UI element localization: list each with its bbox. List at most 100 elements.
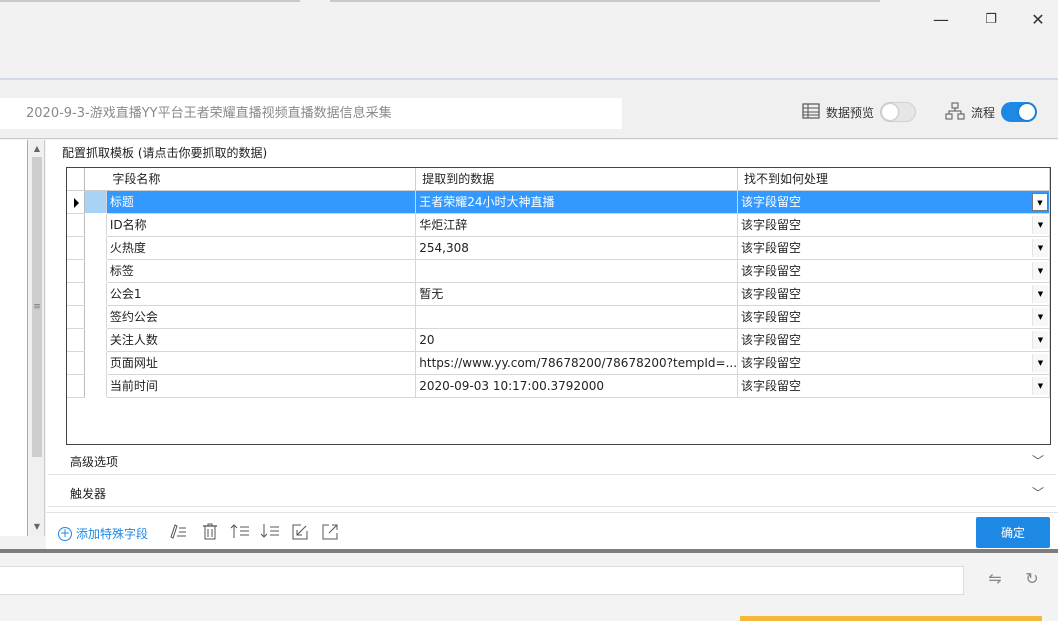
refresh-icon[interactable]: ↻ <box>1021 568 1043 590</box>
tab-strip-edge <box>330 0 880 2</box>
grip-icon: ≡ <box>33 302 41 312</box>
row-indent <box>84 190 107 214</box>
field-name-cell[interactable]: 当前时间 <box>106 374 417 398</box>
table-row[interactable]: 签约公会 该字段留空 ▼ <box>67 305 1050 329</box>
field-name-cell[interactable]: 关注人数 <box>106 328 417 352</box>
flow-control: 流程 <box>945 100 1038 124</box>
table-row[interactable]: 关注人数 20 该字段留空 ▼ <box>67 328 1050 352</box>
flow-toggle[interactable] <box>1001 102 1038 122</box>
not-found-handling-select[interactable]: 该字段留空 ▼ <box>737 305 1050 329</box>
not-found-handling-select[interactable]: 该字段留空 ▼ <box>737 328 1050 352</box>
row-indent <box>84 328 107 352</box>
row-header[interactable] <box>67 305 86 329</box>
title-bar: — ❐ ✕ <box>0 0 1058 78</box>
not-found-handling-value: 该字段留空 <box>741 241 802 255</box>
vertical-scrollbar[interactable]: ▲ ≡ ▼ <box>29 140 45 536</box>
not-found-handling-value: 该字段留空 <box>741 356 802 370</box>
dropdown-arrow-icon[interactable]: ▼ <box>1032 215 1048 234</box>
open-external-icon[interactable] <box>320 523 340 543</box>
table-row[interactable]: 当前时间 2020-09-03 10:17:00.3792000 该字段留空 ▼ <box>67 374 1050 398</box>
tab-strip-edge <box>0 0 300 2</box>
maximize-icon[interactable]: ❐ <box>981 10 1001 30</box>
row-header[interactable] <box>67 282 86 306</box>
trigger-section[interactable]: 触发器 ﹀ <box>48 478 1056 507</box>
left-panel <box>0 140 28 536</box>
dropdown-arrow-icon[interactable]: ▼ <box>1032 261 1048 280</box>
row-indent <box>84 282 107 306</box>
row-header[interactable] <box>67 259 86 283</box>
extracted-data-cell[interactable]: https://www.yy.com/78678200/78678200?tem… <box>415 351 739 375</box>
not-found-handling-value: 该字段留空 <box>741 379 802 393</box>
table-row[interactable]: 标题 王者荣耀24小时大神直播 该字段留空 ▼ <box>67 190 1050 214</box>
add-special-field-button[interactable]: + 添加特殊字段 <box>58 525 148 542</box>
move-down-icon[interactable] <box>260 523 280 543</box>
not-found-handling-select[interactable]: 该字段留空 ▼ <box>737 236 1050 260</box>
not-found-handling-select[interactable]: 该字段留空 ▼ <box>737 374 1050 398</box>
scroll-up-icon[interactable]: ▲ <box>29 144 45 153</box>
field-name-cell[interactable]: 标题 <box>106 190 417 214</box>
row-header[interactable] <box>67 236 86 260</box>
column-header[interactable]: 字段名称 <box>106 168 417 191</box>
column-header[interactable]: 提取到的数据 <box>415 168 739 191</box>
not-found-handling-select[interactable]: 该字段留空 ▼ <box>737 282 1050 306</box>
dropdown-arrow-icon[interactable]: ▼ <box>1032 353 1048 372</box>
table-row[interactable]: 页面网址 https://www.yy.com/78678200/78678200… <box>67 351 1050 375</box>
task-name-input[interactable]: 2020-9-3-游戏直播YY平台王者荣耀直播视频直播数据信息采集 <box>0 98 622 129</box>
extracted-data-cell[interactable] <box>415 305 739 329</box>
not-found-handling-select[interactable]: 该字段留空 ▼ <box>737 259 1050 283</box>
row-indent <box>84 305 107 329</box>
extracted-data-cell[interactable] <box>415 259 739 283</box>
field-name-cell[interactable]: 公会1 <box>106 282 417 306</box>
dropdown-arrow-icon[interactable]: ▼ <box>1032 330 1048 349</box>
row-header[interactable] <box>67 374 86 398</box>
dropdown-arrow-icon[interactable]: ▼ <box>1032 284 1048 303</box>
trash-icon[interactable] <box>200 523 220 543</box>
table-row[interactable]: 公会1 暂无 该字段留空 ▼ <box>67 282 1050 306</box>
bottom-toolbar: + 添加特殊字段 确定 <box>46 512 1058 550</box>
dropdown-arrow-icon[interactable]: ▼ <box>1032 238 1048 257</box>
row-header[interactable] <box>67 190 86 214</box>
indent-header <box>84 168 107 191</box>
field-name-cell[interactable]: 签约公会 <box>106 305 417 329</box>
table-row[interactable]: 火热度 254,308 该字段留空 ▼ <box>67 236 1050 260</box>
data-preview-toggle[interactable] <box>880 102 917 122</box>
field-grid: 字段名称 提取到的数据 找不到如何处理 标题 王者荣耀24小时大神直播 该字段留空 ▼… <box>66 167 1051 445</box>
advanced-options-section[interactable]: 高级选项 ﹀ <box>48 446 1056 475</box>
extracted-data-cell[interactable]: 2020-09-03 10:17:00.3792000 <box>415 374 739 398</box>
field-name-cell[interactable]: ID名称 <box>106 213 417 237</box>
extracted-data-cell[interactable]: 王者荣耀24小时大神直播 <box>415 190 739 214</box>
dropdown-arrow-icon[interactable]: ▼ <box>1032 307 1048 326</box>
field-name-cell[interactable]: 标签 <box>106 259 417 283</box>
table-row[interactable]: 标签 该字段留空 ▼ <box>67 259 1050 283</box>
not-found-handling-select[interactable]: 该字段留空 ▼ <box>737 213 1050 237</box>
extracted-data-cell[interactable]: 20 <box>415 328 739 352</box>
extracted-data-cell[interactable]: 暂无 <box>415 282 739 306</box>
scroll-down-icon[interactable]: ▼ <box>29 522 45 531</box>
move-up-icon[interactable] <box>230 523 250 543</box>
dropdown-arrow-icon[interactable]: ▼ <box>1032 376 1048 395</box>
loading-progress-bar <box>740 616 1042 621</box>
chevron-down-icon[interactable]: ﹀ <box>1032 484 1044 501</box>
extracted-data-cell[interactable]: 254,308 <box>415 236 739 260</box>
row-indent <box>84 351 107 375</box>
field-name-cell[interactable]: 页面网址 <box>106 351 417 375</box>
confirm-button[interactable]: 确定 <box>976 517 1050 548</box>
url-input[interactable] <box>0 566 964 595</box>
edit-field-icon[interactable] <box>168 523 188 543</box>
row-indent <box>84 236 107 260</box>
row-header[interactable] <box>67 328 86 352</box>
select-element-icon[interactable] <box>290 523 310 543</box>
row-header[interactable] <box>67 213 86 237</box>
close-icon[interactable]: ✕ <box>1028 10 1048 30</box>
table-row[interactable]: ID名称 华炬江辞 该字段留空 ▼ <box>67 213 1050 237</box>
not-found-handling-select[interactable]: 该字段留空 ▼ <box>737 351 1050 375</box>
not-found-handling-select[interactable]: 该字段留空 ▼ <box>737 190 1050 214</box>
row-header[interactable] <box>67 351 86 375</box>
field-name-cell[interactable]: 火热度 <box>106 236 417 260</box>
dropdown-arrow-icon[interactable]: ▼ <box>1032 192 1048 211</box>
minimize-icon[interactable]: — <box>931 10 951 30</box>
chevron-down-icon[interactable]: ﹀ <box>1032 452 1044 469</box>
swap-icon[interactable]: ⇋ <box>984 568 1006 590</box>
column-header[interactable]: 找不到如何处理 <box>737 168 1050 191</box>
extracted-data-cell[interactable]: 华炬江辞 <box>415 213 739 237</box>
